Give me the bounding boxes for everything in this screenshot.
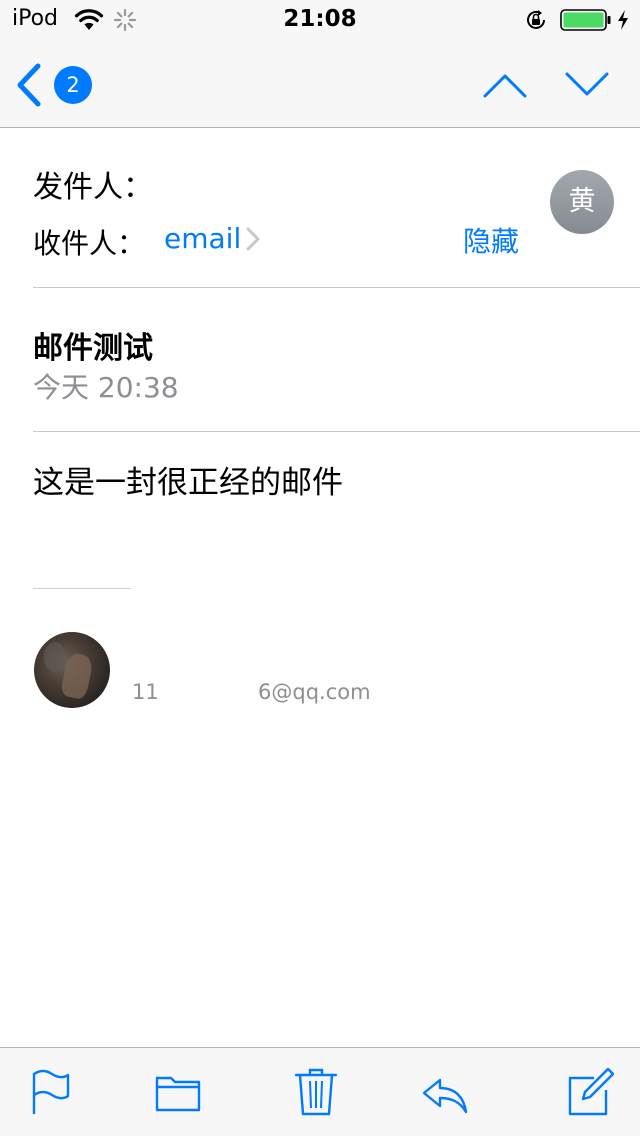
folder-icon[interactable] <box>154 1066 202 1118</box>
hide-details-button[interactable]: 隐藏 <box>463 220 519 260</box>
signature-divider <box>33 588 131 589</box>
orientation-lock-icon <box>527 10 545 29</box>
signature-email: 6@qq.com <box>258 680 371 704</box>
battery-icon <box>560 9 611 31</box>
divider <box>33 287 640 288</box>
signature-name: 11 <box>132 680 159 704</box>
reply-icon[interactable] <box>420 1066 468 1118</box>
recipient-email-link[interactable]: email <box>164 222 241 255</box>
to-label: 收件人： <box>33 227 146 260</box>
unread-badge: 2 <box>54 66 92 104</box>
signature-avatar <box>34 632 110 708</box>
bottom-toolbar <box>0 1047 640 1136</box>
back-button[interactable]: 2 <box>14 60 98 110</box>
chevron-right-icon <box>246 227 260 251</box>
chevron-down-icon[interactable] <box>562 66 612 102</box>
flag-icon[interactable] <box>26 1066 74 1118</box>
sender-avatar[interactable]: 黄 <box>550 170 614 234</box>
nav-bar: 2 <box>0 40 640 128</box>
status-bar: iPod 21:08 <box>0 0 640 40</box>
chevron-up-icon[interactable] <box>480 66 530 102</box>
message-body: 这是一封很正经的邮件 <box>33 465 343 501</box>
compose-icon[interactable] <box>566 1066 614 1118</box>
trash-icon[interactable] <box>292 1066 340 1118</box>
message-subject: 邮件测试 <box>33 331 153 366</box>
charging-bolt-icon <box>618 10 628 30</box>
message-date: 今天 20:38 <box>33 371 179 404</box>
chevron-left-icon <box>17 63 41 107</box>
divider <box>33 431 640 432</box>
from-label: 发件人： <box>33 170 153 205</box>
